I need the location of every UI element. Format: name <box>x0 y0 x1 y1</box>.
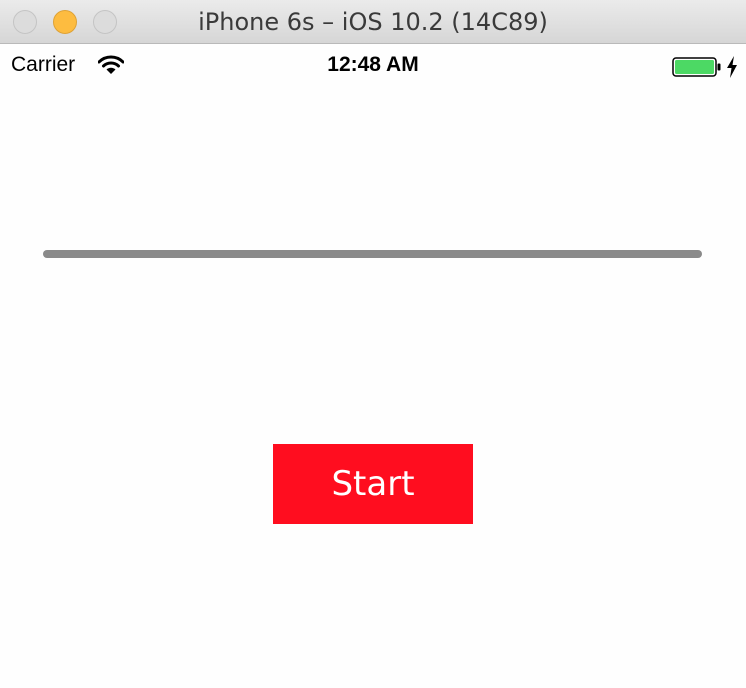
battery-icon <box>672 57 721 77</box>
start-button[interactable]: Start <box>273 444 473 524</box>
progress-bar <box>43 250 702 258</box>
status-clock: 12:48 AM <box>327 53 419 76</box>
charging-bolt-icon <box>727 56 737 78</box>
simulator-window: iPhone 6s – iOS 10.2 (14C89) Carrier 12:… <box>0 0 746 688</box>
window-titlebar: iPhone 6s – iOS 10.2 (14C89) <box>0 0 746 44</box>
window-title: iPhone 6s – iOS 10.2 (14C89) <box>198 8 548 36</box>
ios-status-bar: Carrier 12:48 AM <box>0 44 746 86</box>
